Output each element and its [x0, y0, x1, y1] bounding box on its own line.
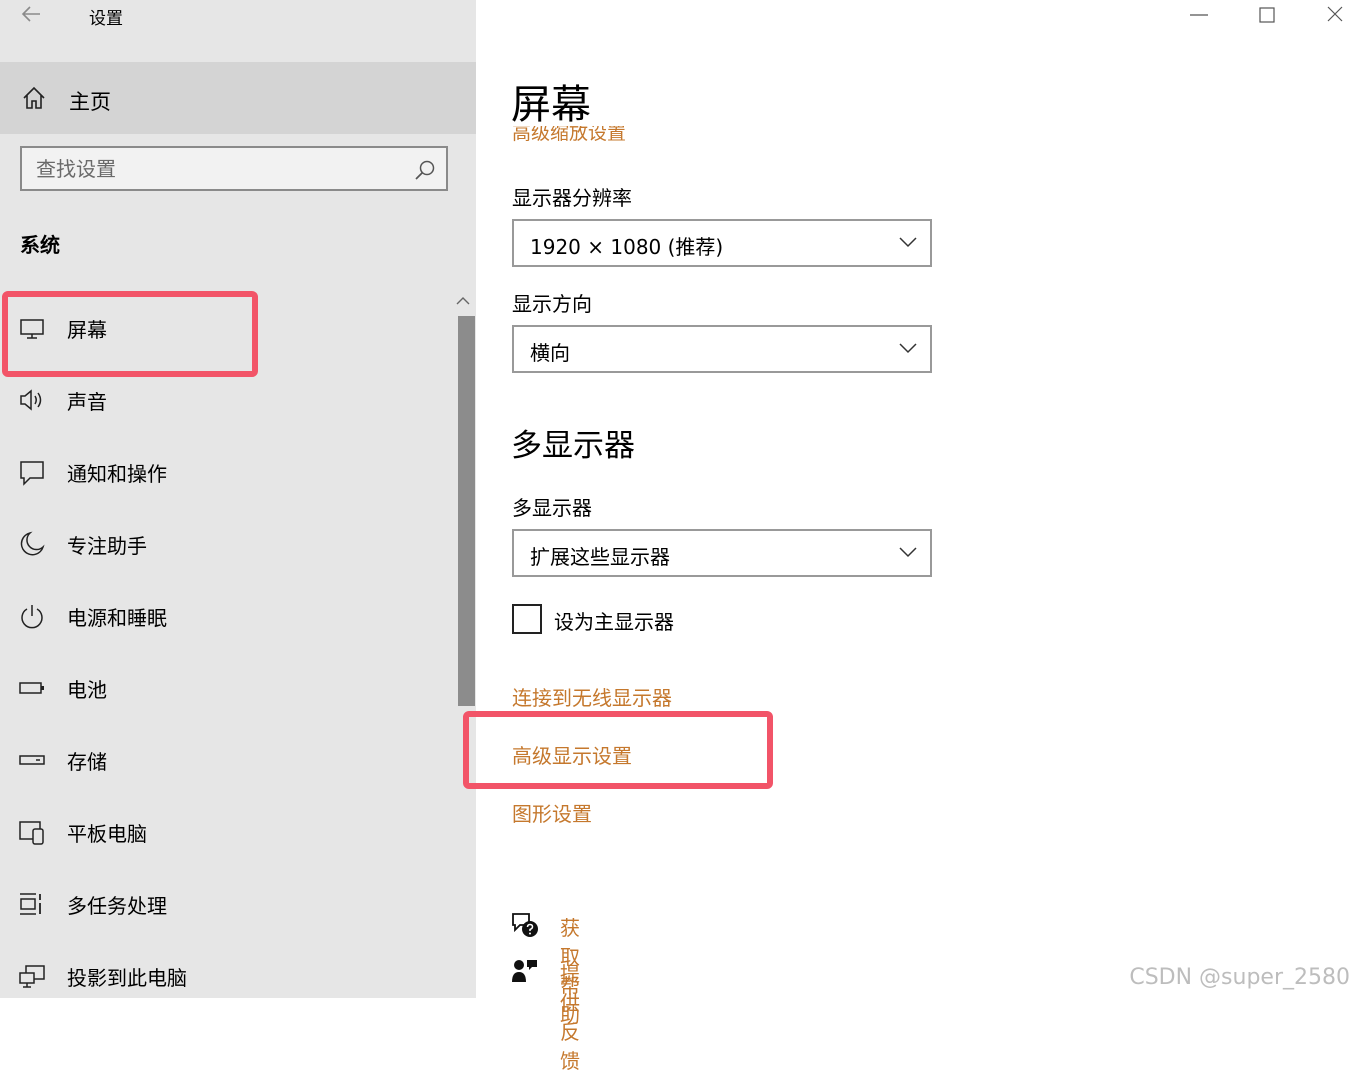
wireless-display-link[interactable]: 连接到无线显示器	[512, 682, 672, 711]
home-icon	[23, 86, 45, 109]
feedback-icon	[512, 960, 537, 982]
back-arrow-icon	[21, 6, 40, 22]
sidebar-item-label: 多任务处理	[67, 894, 167, 918]
sidebar-item-multitasking[interactable]: 多任务处理	[0, 874, 456, 934]
orientation-value: 横向	[530, 341, 570, 365]
window-title: 设置	[89, 9, 123, 29]
close-button[interactable]	[1320, 4, 1350, 26]
sidebar: 设置 主页 系统 屏幕 声音 通知和操作 专注助手 电源和睡眠 电池 存储 平板…	[0, 0, 476, 998]
watermark: CSDN @super_2580	[1129, 965, 1350, 990]
chevron-down-icon	[899, 237, 917, 248]
sidebar-item-label: 声音	[67, 390, 107, 414]
page-title: 屏幕	[511, 82, 591, 128]
notification-icon	[20, 461, 44, 486]
sidebar-item-battery[interactable]: 电池	[0, 658, 456, 718]
project-icon	[19, 965, 45, 988]
multi-display-dropdown[interactable]: 扩展这些显示器	[512, 529, 932, 577]
sidebar-item-storage[interactable]: 存储	[0, 730, 456, 790]
search-box[interactable]	[20, 146, 448, 191]
minimize-button[interactable]	[1184, 4, 1214, 26]
resolution-value: 1920 × 1080 (推荐)	[530, 235, 724, 259]
help-chat-icon	[512, 913, 538, 937]
sidebar-item-project[interactable]: 投影到此电脑	[0, 946, 456, 1006]
minimize-icon	[1190, 14, 1208, 16]
sidebar-item-focus-assist[interactable]: 专注助手	[0, 514, 456, 574]
section-title: 系统	[20, 233, 60, 257]
advanced-scaling-link-text: 高级缩放设置	[512, 126, 627, 144]
highlight-box-advanced-display	[463, 711, 773, 789]
back-button[interactable]	[18, 2, 48, 28]
multi-display-title: 多显示器	[511, 428, 635, 464]
advanced-scaling-link[interactable]: 高级缩放设置	[512, 126, 626, 146]
feedback-label: 提供反馈	[560, 962, 580, 1073]
sidebar-item-label: 通知和操作	[67, 462, 167, 486]
orientation-label: 显示方向	[512, 292, 592, 316]
sidebar-item-sound[interactable]: 声音	[0, 370, 456, 430]
multi-display-value: 扩展这些显示器	[530, 545, 670, 569]
highlight-box-screen	[2, 291, 258, 377]
sidebar-item-label: 平板电脑	[67, 822, 147, 846]
sidebar-item-notifications[interactable]: 通知和操作	[0, 442, 456, 502]
search-input[interactable]	[36, 155, 396, 183]
maximize-icon	[1259, 7, 1275, 23]
home-label: 主页	[69, 90, 111, 114]
orientation-dropdown[interactable]: 横向	[512, 325, 932, 373]
chevron-down-icon	[899, 547, 917, 558]
multi-display-label: 多显示器	[512, 496, 592, 520]
sidebar-item-home[interactable]: 主页	[0, 62, 476, 134]
main-display-checkbox-label: 设为主显示器	[554, 610, 674, 634]
tablet-icon	[19, 821, 44, 845]
main-content: 屏幕 高级缩放设置 显示器分辨率 1920 × 1080 (推荐) 显示方向 横…	[463, 0, 1356, 1073]
search-icon[interactable]	[414, 159, 436, 181]
multitask-icon	[20, 893, 41, 915]
resolution-label: 显示器分辨率	[512, 186, 632, 210]
storage-icon	[19, 755, 45, 765]
main-display-checkbox[interactable]	[512, 604, 542, 634]
moon-icon	[20, 531, 45, 556]
speaker-icon	[20, 389, 42, 411]
scroll-up-icon[interactable]	[454, 294, 472, 308]
sidebar-scrollbar[interactable]	[458, 316, 475, 706]
sidebar-item-label: 存储	[67, 750, 107, 774]
sidebar-item-label: 电池	[67, 678, 107, 702]
sidebar-item-power-sleep[interactable]: 电源和睡眠	[0, 586, 456, 646]
chevron-down-icon	[899, 343, 917, 354]
sidebar-item-label: 投影到此电脑	[67, 966, 187, 990]
resolution-dropdown[interactable]: 1920 × 1080 (推荐)	[512, 219, 932, 267]
close-icon	[1327, 6, 1343, 22]
power-icon	[21, 605, 43, 629]
graphics-settings-link[interactable]: 图形设置	[512, 798, 592, 827]
maximize-button[interactable]	[1252, 4, 1282, 26]
sidebar-item-label: 专注助手	[67, 534, 147, 558]
sidebar-item-tablet[interactable]: 平板电脑	[0, 802, 456, 862]
sidebar-item-label: 电源和睡眠	[67, 606, 167, 630]
battery-icon	[19, 682, 44, 694]
